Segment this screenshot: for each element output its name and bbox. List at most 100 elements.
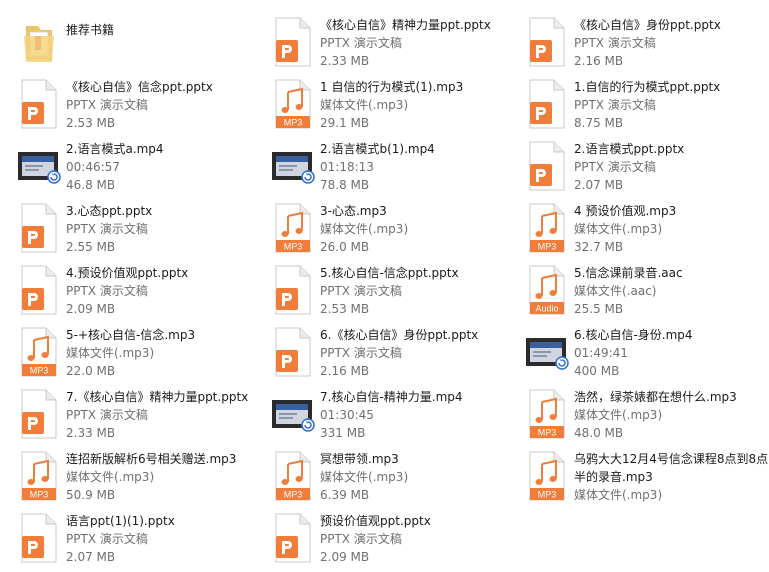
svg-text:MP3: MP3 bbox=[284, 118, 303, 128]
mp3-icon: MP3 bbox=[270, 450, 314, 502]
file-name: 《核心自信》精神力量ppt.pptx bbox=[320, 18, 491, 32]
file-item[interactable]: MP3 3-心态.mp3 媒体文件(.mp3) 26.0 MB bbox=[264, 202, 514, 262]
file-name: 2.语言模式ppt.pptx bbox=[574, 142, 685, 156]
file-item[interactable]: 2.语言模式a.mp4 00:46:57 46.8 MB bbox=[10, 140, 260, 200]
mp3-icon: MP3 bbox=[524, 202, 568, 254]
file-item[interactable]: 语言ppt(1)(1).pptx PPTX 演示文稿 2.07 MB bbox=[10, 512, 260, 572]
video-icon bbox=[524, 326, 569, 378]
video-icon bbox=[270, 140, 315, 192]
file-name: 1.自信的行为模式ppt.pptx bbox=[574, 80, 721, 94]
file-name: 3.心态ppt.pptx bbox=[66, 204, 153, 218]
file-type: 媒体文件(.mp3) bbox=[320, 222, 409, 236]
file-size: 25.5 MB bbox=[574, 302, 624, 316]
file-name: 7.核心自信-精神力量.mp4 bbox=[320, 390, 463, 404]
file-type: 01:18:13 bbox=[320, 160, 374, 174]
file-name: 5.信念课前录音.aac bbox=[574, 266, 683, 280]
pptx-icon bbox=[16, 202, 60, 254]
file-name: 乌鸦大大12月4号信念课程8点到8点半的录音.mp3 bbox=[574, 452, 769, 484]
file-size: 2.07 MB bbox=[574, 178, 624, 192]
file-name: 预设价值观ppt.pptx bbox=[320, 514, 431, 528]
file-size: 50.9 MB bbox=[66, 488, 116, 502]
file-type: PPTX 演示文稿 bbox=[320, 36, 402, 50]
pptx-icon bbox=[16, 264, 60, 316]
file-item[interactable]: MP3 4 预设价值观.mp3 媒体文件(.mp3) 32.7 MB bbox=[518, 202, 768, 262]
pptx-icon bbox=[524, 140, 568, 192]
file-item[interactable]: MP3 连招新版解析6号相关赠送.mp3 媒体文件(.mp3) 50.9 MB bbox=[10, 450, 260, 510]
file-type: 00:46:57 bbox=[66, 160, 120, 174]
file-size: 400 MB bbox=[574, 364, 620, 378]
file-name: 连招新版解析6号相关赠送.mp3 bbox=[66, 452, 237, 466]
file-size: 2.33 MB bbox=[320, 54, 370, 68]
file-size: 2.53 MB bbox=[66, 116, 116, 130]
svg-text:MP3: MP3 bbox=[538, 242, 557, 252]
file-type: PPTX 演示文稿 bbox=[574, 160, 656, 174]
svg-text:MP3: MP3 bbox=[30, 366, 49, 376]
file-item[interactable]: 7.核心自信-精神力量.mp4 01:30:45 331 MB bbox=[264, 388, 514, 448]
pptx-icon bbox=[524, 78, 568, 130]
mp3-icon: MP3 bbox=[270, 78, 314, 130]
file-size: 2.53 MB bbox=[320, 302, 370, 316]
file-size: 2.09 MB bbox=[320, 550, 370, 564]
file-name: 《核心自信》信念ppt.pptx bbox=[66, 80, 213, 94]
aac-icon: Audio bbox=[524, 264, 568, 316]
folder-icon bbox=[16, 16, 60, 68]
file-size: 78.8 MB bbox=[320, 178, 370, 192]
file-name: 2.语言模式b(1).mp4 bbox=[320, 142, 435, 156]
mp3-icon: MP3 bbox=[16, 326, 60, 378]
file-type: PPTX 演示文稿 bbox=[574, 36, 656, 50]
file-name: 5-+核心自信-信念.mp3 bbox=[66, 328, 196, 342]
file-size: 29.1 MB bbox=[320, 116, 370, 130]
file-type: PPTX 演示文稿 bbox=[320, 532, 402, 546]
file-item[interactable]: MP3 乌鸦大大12月4号信念课程8点到8点半的录音.mp3 媒体文件(.mp3) bbox=[518, 450, 768, 510]
file-item[interactable]: 6.《核心自信》身份ppt.pptx PPTX 演示文稿 2.16 MB bbox=[264, 326, 514, 386]
file-item[interactable]: MP3 5-+核心自信-信念.mp3 媒体文件(.mp3) 22.0 MB bbox=[10, 326, 260, 386]
file-item[interactable]: 6.核心自信-身份.mp4 01:49:41 400 MB bbox=[518, 326, 768, 386]
file-type: 01:49:41 bbox=[574, 346, 628, 360]
file-item[interactable]: 2.语言模式ppt.pptx PPTX 演示文稿 2.07 MB bbox=[518, 140, 768, 200]
file-size: 8.75 MB bbox=[574, 116, 624, 130]
file-size: 331 MB bbox=[320, 426, 366, 440]
file-type: PPTX 演示文稿 bbox=[66, 532, 148, 546]
file-item[interactable]: MP3 1 自信的行为模式(1).mp3 媒体文件(.mp3) 29.1 MB bbox=[264, 78, 514, 138]
file-item[interactable]: 预设价值观ppt.pptx PPTX 演示文稿 2.09 MB bbox=[264, 512, 514, 572]
file-type: 媒体文件(.mp3) bbox=[574, 222, 663, 236]
pptx-icon bbox=[16, 78, 60, 130]
file-item[interactable]: 推荐书籍 bbox=[10, 16, 260, 76]
file-item[interactable]: 7.《核心自信》精神力量ppt.pptx PPTX 演示文稿 2.33 MB bbox=[10, 388, 260, 448]
video-icon bbox=[270, 388, 315, 440]
file-name: 语言ppt(1)(1).pptx bbox=[66, 514, 175, 528]
file-size: 2.09 MB bbox=[66, 302, 116, 316]
file-type: PPTX 演示文稿 bbox=[320, 284, 402, 298]
file-name: 3-心态.mp3 bbox=[320, 204, 387, 218]
file-item[interactable]: 《核心自信》精神力量ppt.pptx PPTX 演示文稿 2.33 MB bbox=[264, 16, 514, 76]
file-name: 2.语言模式a.mp4 bbox=[66, 142, 164, 156]
file-name: 4.预设价值观ppt.pptx bbox=[66, 266, 189, 280]
mp3-icon: MP3 bbox=[524, 450, 568, 502]
file-item[interactable]: MP3 浩然，绿茶婊都在想什么.mp3 媒体文件(.mp3) 48.0 MB bbox=[518, 388, 768, 448]
file-item[interactable]: 《核心自信》信念ppt.pptx PPTX 演示文稿 2.53 MB bbox=[10, 78, 260, 138]
file-item[interactable]: MP3 冥想带领.mp3 媒体文件(.mp3) 6.39 MB bbox=[264, 450, 514, 510]
file-item[interactable]: 4.预设价值观ppt.pptx PPTX 演示文稿 2.09 MB bbox=[10, 264, 260, 324]
pptx-icon bbox=[16, 512, 60, 564]
file-item[interactable]: 3.心态ppt.pptx PPTX 演示文稿 2.55 MB bbox=[10, 202, 260, 262]
file-type: 媒体文件(.mp3) bbox=[66, 470, 155, 484]
file-item[interactable]: 2.语言模式b(1).mp4 01:18:13 78.8 MB bbox=[264, 140, 514, 200]
file-name: 1 自信的行为模式(1).mp3 bbox=[320, 80, 464, 94]
pptx-icon bbox=[270, 264, 314, 316]
file-size: 2.33 MB bbox=[66, 426, 116, 440]
svg-text:MP3: MP3 bbox=[538, 428, 557, 438]
svg-text:MP3: MP3 bbox=[538, 490, 557, 500]
file-type: PPTX 演示文稿 bbox=[66, 284, 148, 298]
file-size: 6.39 MB bbox=[320, 488, 370, 502]
file-size: 46.8 MB bbox=[66, 178, 116, 192]
file-size: 26.0 MB bbox=[320, 240, 370, 254]
file-type: 媒体文件(.mp3) bbox=[574, 488, 663, 502]
file-item[interactable]: 《核心自信》身份ppt.pptx PPTX 演示文稿 2.16 MB bbox=[518, 16, 768, 76]
file-type: 01:30:45 bbox=[320, 408, 374, 422]
file-type: PPTX 演示文稿 bbox=[66, 222, 148, 236]
file-item[interactable]: 1.自信的行为模式ppt.pptx PPTX 演示文稿 8.75 MB bbox=[518, 78, 768, 138]
file-size: 22.0 MB bbox=[66, 364, 116, 378]
file-item[interactable]: Audio 5.信念课前录音.aac 媒体文件(.aac) 25.5 MB bbox=[518, 264, 768, 324]
file-item[interactable]: 5.核心自信-信念ppt.pptx PPTX 演示文稿 2.53 MB bbox=[264, 264, 514, 324]
file-name: 6.《核心自信》身份ppt.pptx bbox=[320, 328, 479, 342]
